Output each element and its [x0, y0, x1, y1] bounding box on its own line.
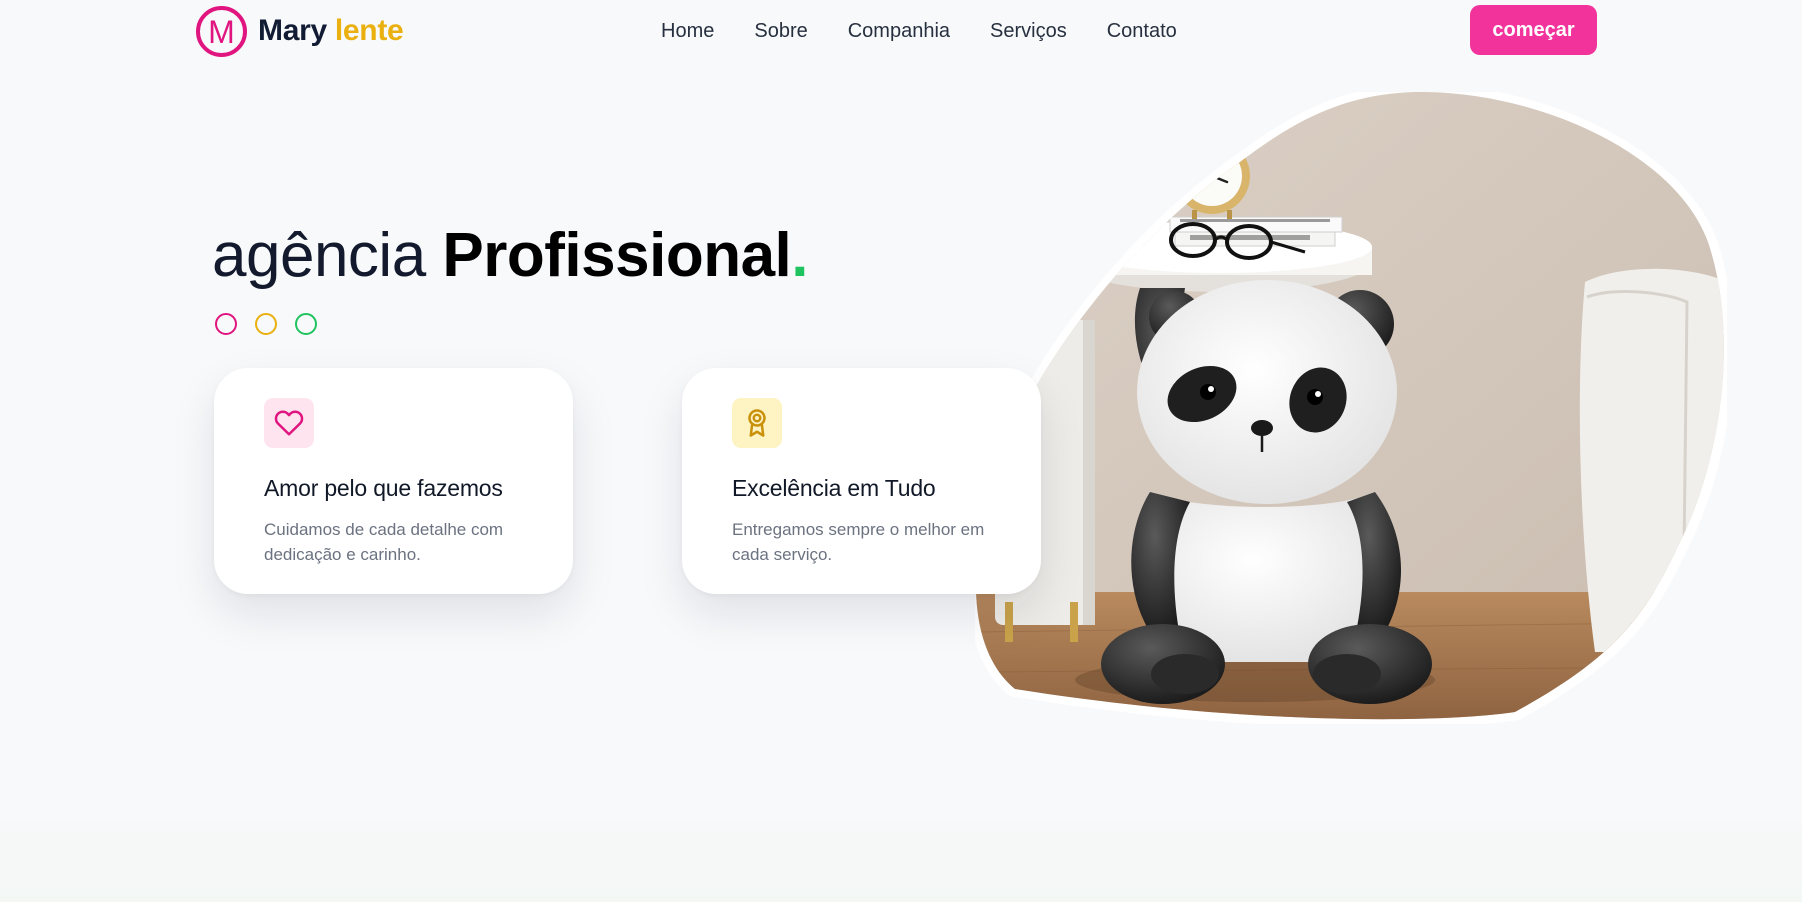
color-indicators — [215, 313, 335, 335]
logo-mark-icon: M — [196, 5, 247, 57]
heart-icon — [274, 410, 304, 436]
nav-servicos[interactable]: Serviços — [990, 16, 1067, 46]
nav-home[interactable]: Home — [661, 16, 714, 46]
hero-title-light: agência — [212, 221, 426, 290]
bottom-gradient — [0, 790, 1802, 902]
nav-companhia[interactable]: Companhia — [848, 16, 950, 46]
feature-description: Cuidamos de cada detalhe com dedicação e… — [264, 520, 504, 564]
feature-card-excellence: Excelência em Tudo Entregamos sempre o m… — [682, 368, 1041, 594]
hero-image — [975, 92, 1727, 724]
heart-icon-box — [264, 398, 314, 448]
nav-sobre[interactable]: Sobre — [754, 16, 807, 46]
brand-name-second: lente — [334, 14, 404, 47]
brand-name-first: Mary — [258, 14, 327, 47]
award-icon-box — [732, 398, 782, 448]
panda-table-illustration — [975, 92, 1727, 724]
brand-name: Mary lente — [258, 14, 404, 48]
feature-title: Excelência em Tudo — [732, 475, 936, 501]
feature-card-love: Amor pelo que fazemos Cuidamos de cada d… — [214, 368, 573, 594]
hero-title: agência Profissional. — [212, 218, 809, 294]
hero-title-dot: . — [791, 221, 809, 290]
landing-page: M Mary lente Home Sobre Companhia Serviç… — [0, 0, 1802, 902]
yellow-ring-indicator — [255, 313, 277, 335]
feature-title: Amor pelo que fazemos — [264, 475, 503, 501]
top-navbar: M Mary lente Home Sobre Companhia Serviç… — [0, 0, 1802, 62]
green-ring-indicator — [295, 313, 317, 335]
brand-logo[interactable]: M Mary lente — [196, 4, 404, 58]
hero-title-bold: Profissional — [442, 221, 792, 290]
pink-ring-indicator — [215, 313, 237, 335]
feature-description: Entregamos sempre o melhor em cada servi… — [732, 520, 985, 564]
nav-contato[interactable]: Contato — [1107, 16, 1177, 46]
main-nav: Home Sobre Companhia Serviços Contato — [661, 16, 1177, 46]
award-icon — [748, 409, 766, 437]
start-button[interactable]: começar — [1470, 5, 1597, 55]
